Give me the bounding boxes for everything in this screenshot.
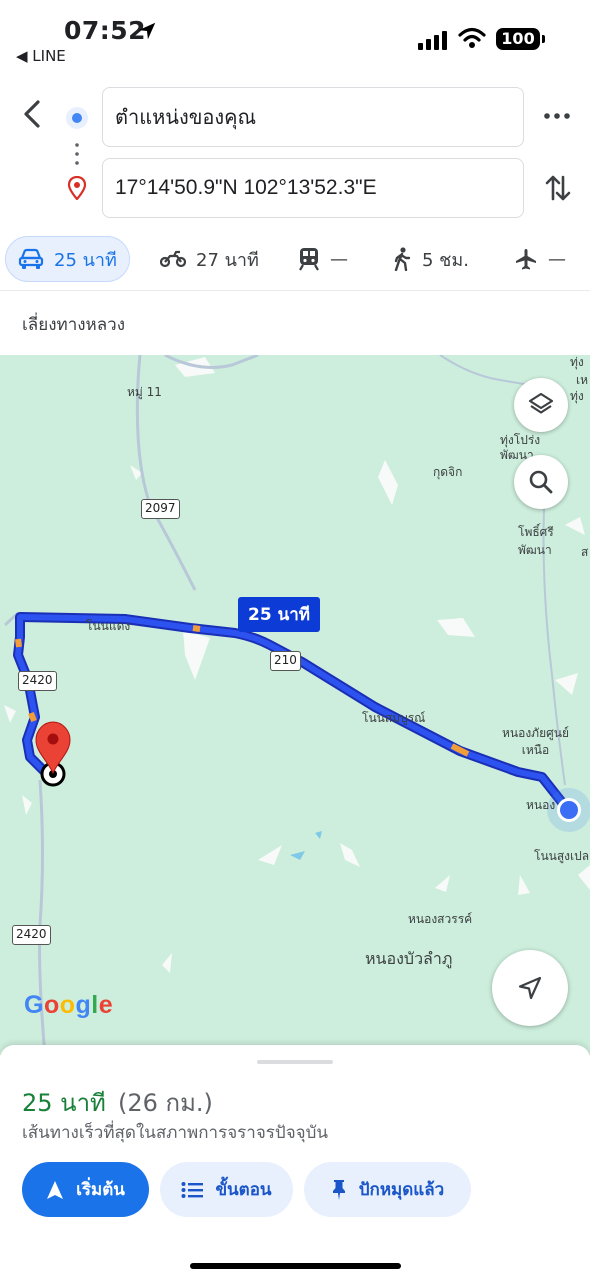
mode-transit-label: — [330,248,348,270]
car-icon [18,248,44,269]
mode-motorcycle[interactable]: 27 นาที [160,236,259,282]
road-shield: 2097 [141,499,180,519]
recenter-button[interactable] [492,950,568,1026]
road-shield: 210 [270,651,301,671]
list-icon [181,1181,204,1198]
destination-pin-icon [67,176,87,200]
map-label: โพธิ์ศรี พัฒนา [518,525,554,557]
route-line [13,612,573,815]
start-button-label: เริ่มต้น [76,1180,125,1200]
cellular-signal-icon [418,31,447,50]
avoid-highways-option[interactable]: เลี่ยงทางหลวง [22,311,125,338]
map-label: ส [581,545,589,559]
back-to-app-link[interactable]: ◀ LINE [16,47,66,65]
map-view[interactable]: หมู่ 11 กุดจิก ทุ่งโปร่ง พัฒนา โพธิ์ศรี … [0,355,590,1055]
map-label: กุดจิก [433,465,463,479]
mode-flight-label: — [548,248,566,270]
map-label: โนนสมบูรณ์ [362,711,426,725]
mode-drive-label: 25 นาที [54,249,117,271]
travel-mode-bar: 25 นาที 27 นาที — 5 ชม. — [0,236,590,286]
map-label: ทุ่ง [570,355,584,369]
steps-button[interactable]: ขั้นตอน [160,1162,293,1217]
navigation-arrow-icon [518,976,542,1000]
battery-indicator: 100 [496,28,545,50]
pinned-button-label: ปักหมุดแล้ว [358,1180,445,1200]
map-label: หนองบัวลำภู [365,949,453,968]
layers-button[interactable] [514,378,568,432]
navigation-icon [47,1180,64,1199]
start-button[interactable]: เริ่มต้น [22,1162,149,1217]
route-description: เส้นทางเร็วที่สุดในสภาพการจราจรปัจจุบัน [22,1123,329,1143]
google-logo: Google [24,991,114,1019]
pin-icon [332,1179,345,1200]
status-bar: 07:52 ◀ LINE 100 [0,0,590,78]
pinned-button[interactable]: ปักหมุดแล้ว [304,1162,471,1217]
search-icon [529,470,553,494]
home-indicator[interactable] [190,1263,401,1269]
route-eta-tag[interactable]: 25 นาที [238,597,320,632]
road-shield: 2420 [12,925,51,945]
mode-drive[interactable]: 25 นาที [5,236,130,282]
back-arrow-icon[interactable] [14,96,50,132]
road-shield: 2420 [18,671,57,691]
map-label: หนองสวรรค์ [408,912,473,926]
layers-icon [528,392,554,414]
route-distance: (26 กม.) [118,1089,213,1117]
map-label: ทุ่ง [570,389,584,403]
mode-flight[interactable]: — [514,236,566,282]
route-duration: 25 นาที [22,1089,106,1117]
map-label: หมู่ 11 [127,385,162,399]
origin-field[interactable]: ตำแหน่งของคุณ [102,87,524,147]
vertical-dots-icon [75,143,79,165]
walking-icon [394,247,411,271]
map-label: โนนสูงเปล [534,849,590,863]
search-along-route-button[interactable] [514,455,568,509]
drag-handle[interactable] [257,1060,333,1064]
map-label: หนอง [526,798,556,812]
mode-walk[interactable]: 5 ชม. [392,236,469,282]
route-summary-sheet: 25 นาที (26 กม.) เส้นทางเร็วที่สุดในสภาพ… [0,1045,590,1280]
mode-motorcycle-label: 27 นาที [196,249,259,271]
destination-field[interactable]: 17°14'50.9"N 102°13'52.3"E [102,158,524,218]
motorcycle-icon [160,250,186,268]
steps-button-label: ขั้นตอน [215,1180,272,1200]
origin-dot-icon [66,107,88,129]
swap-icon[interactable] [542,172,574,204]
mode-walk-label: 5 ชม. [422,249,469,271]
mode-transit[interactable]: — [298,236,348,282]
clock: 07:52 [64,16,147,45]
divider [0,290,590,291]
map-label: โนนแดง [86,619,131,633]
location-arrow-icon [138,22,156,40]
more-options-icon[interactable] [540,106,574,126]
map-label: หนองภัยศูนย์ เหนือ [502,726,569,757]
airplane-icon [516,249,536,270]
train-icon [299,248,319,271]
wifi-icon [458,27,486,48]
